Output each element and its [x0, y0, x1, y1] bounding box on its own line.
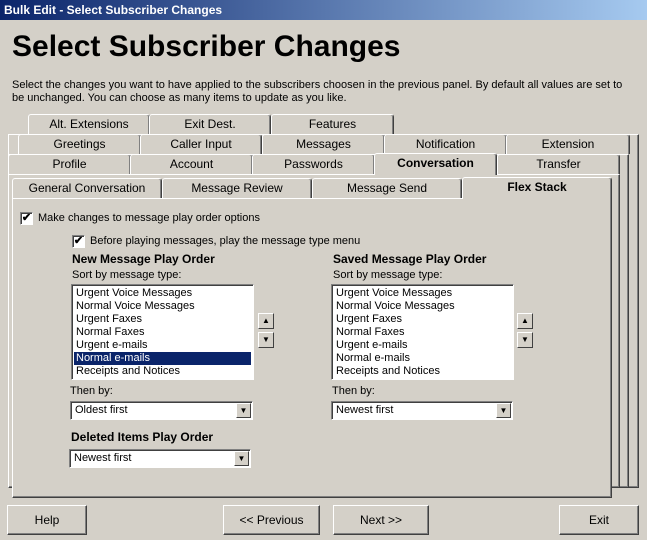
tab-account[interactable]: Account	[130, 154, 253, 174]
new-order-title: New Message Play Order	[72, 252, 215, 266]
page-description: Select the changes you want to have appl…	[12, 79, 623, 104]
tab-profile[interactable]: Profile	[8, 154, 131, 174]
list-item[interactable]: Urgent Faxes	[74, 313, 251, 326]
help-button[interactable]: Help	[7, 505, 87, 535]
saved-order-move-down-button[interactable]: ▼	[517, 332, 533, 348]
tab-greetings[interactable]: Greetings	[18, 134, 141, 154]
tab-caller-input[interactable]: Caller Input	[140, 134, 262, 154]
arrow-down-icon: ▼	[262, 335, 270, 344]
new-order-move-up-button[interactable]: ▲	[258, 313, 274, 329]
new-order-listbox[interactable]: Urgent Voice Messages Normal Voice Messa…	[71, 284, 254, 380]
chevron-down-icon[interactable]: ▼	[496, 403, 511, 418]
saved-order-then-by-select[interactable]: Newest first ▼	[331, 401, 513, 420]
saved-order-then-by-label: Then by:	[332, 385, 375, 397]
new-order-move-down-button[interactable]: ▼	[258, 332, 274, 348]
check-icon: ✔	[21, 212, 32, 224]
arrow-down-icon: ▼	[521, 335, 529, 344]
saved-order-title: Saved Message Play Order	[333, 252, 487, 266]
before-playing-checkbox[interactable]: ✔	[72, 235, 85, 248]
tab-transfer[interactable]: Transfer	[497, 154, 620, 174]
list-item[interactable]: Receipts and Notices	[74, 365, 251, 378]
saved-order-move-up-button[interactable]: ▲	[517, 313, 533, 329]
new-order-then-by-label: Then by:	[70, 385, 113, 397]
tab-notification[interactable]: Notification	[384, 134, 507, 154]
window-title: Bulk Edit - Select Subscriber Changes	[4, 3, 223, 17]
saved-order-sort-label: Sort by message type:	[333, 269, 443, 281]
list-item[interactable]: Urgent e-mails	[74, 339, 251, 352]
subtab-flex-stack[interactable]: Flex Stack	[462, 177, 612, 199]
arrow-up-icon: ▲	[262, 316, 270, 325]
chevron-down-icon[interactable]: ▼	[236, 403, 251, 418]
list-item[interactable]: Urgent Voice Messages	[334, 287, 511, 300]
list-item[interactable]: Normal Voice Messages	[74, 300, 251, 313]
deleted-order-title: Deleted Items Play Order	[71, 430, 214, 444]
list-item[interactable]: Normal e-mails	[334, 352, 511, 365]
new-order-sort-label: Sort by message type:	[72, 269, 182, 281]
make-changes-label: Make changes to message play order optio…	[38, 212, 260, 224]
subtab-general-conversation[interactable]: General Conversation	[12, 178, 162, 198]
subtab-message-send[interactable]: Message Send	[312, 178, 462, 198]
next-button[interactable]: Next >>	[333, 505, 429, 535]
previous-button[interactable]: << Previous	[223, 505, 320, 535]
window-title-bar: Bulk Edit - Select Subscriber Changes	[0, 0, 647, 20]
select-value: Oldest first	[75, 404, 128, 416]
exit-button[interactable]: Exit	[559, 505, 639, 535]
tab-alt-extensions[interactable]: Alt. Extensions	[28, 114, 150, 134]
list-item[interactable]: Normal Faxes	[334, 326, 511, 339]
deleted-order-select[interactable]: Newest first ▼	[69, 449, 251, 468]
list-item-selected[interactable]: Normal e-mails	[74, 352, 251, 365]
select-value: Newest first	[336, 404, 394, 416]
select-value: Newest first	[74, 452, 132, 464]
tab-exit-dest[interactable]: Exit Dest.	[149, 114, 271, 134]
tab-passwords[interactable]: Passwords	[252, 154, 375, 174]
saved-order-listbox[interactable]: Urgent Voice Messages Normal Voice Messa…	[331, 284, 514, 380]
new-order-then-by-select[interactable]: Oldest first ▼	[70, 401, 253, 420]
list-item[interactable]: Normal Voice Messages	[334, 300, 511, 313]
subtab-message-review[interactable]: Message Review	[162, 178, 312, 198]
check-icon: ✔	[73, 235, 84, 247]
before-playing-label: Before playing messages, play the messag…	[90, 235, 361, 247]
page-title: Select Subscriber Changes	[12, 30, 401, 63]
tab-features[interactable]: Features	[271, 114, 394, 134]
list-item[interactable]: Urgent e-mails	[334, 339, 511, 352]
list-item[interactable]: Normal Faxes	[74, 326, 251, 339]
make-changes-checkbox[interactable]: ✔	[20, 212, 33, 225]
arrow-up-icon: ▲	[521, 316, 529, 325]
tab-messages[interactable]: Messages	[262, 134, 385, 154]
list-item[interactable]: Urgent Voice Messages	[74, 287, 251, 300]
list-item[interactable]: Urgent Faxes	[334, 313, 511, 326]
chevron-down-icon[interactable]: ▼	[234, 451, 249, 466]
tab-extension[interactable]: Extension	[506, 134, 630, 154]
tab-conversation[interactable]: Conversation	[374, 153, 497, 175]
list-item[interactable]: Receipts and Notices	[334, 365, 511, 378]
